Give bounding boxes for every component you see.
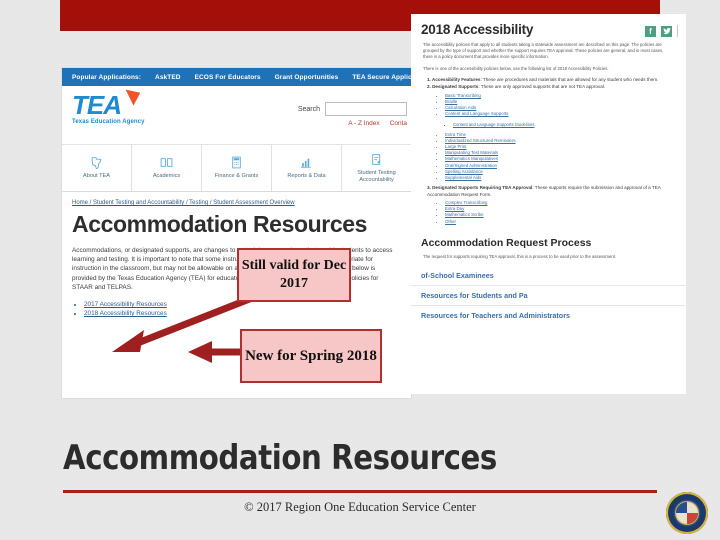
tea-nav-item-asked[interactable]: AskTED [155, 74, 181, 81]
list-item[interactable]: Content and Language Supports Guidelines [453, 122, 676, 128]
tea-search[interactable]: Search [298, 102, 407, 116]
accessibility-header: 2018 Accessibility f [411, 14, 686, 37]
accommodation-request-heading: Accommodation Request Process [421, 236, 592, 249]
search-input[interactable] [325, 102, 407, 116]
list-item[interactable]: Other [445, 219, 676, 225]
region-one-seal-logo [666, 492, 708, 534]
accessibility-intro-2: There is one of the accessibility polici… [423, 66, 609, 71]
tea-nav-reports[interactable]: Reports & Data [272, 145, 342, 191]
policy-section-3-links: Complex Transcribing Extra Day Mathemati… [437, 200, 676, 225]
policy-section-designated: 2. Designated Supports: These are only a… [427, 84, 676, 181]
policy-section-2-links-2: Extra Time Individualized Structured Rem… [437, 132, 676, 182]
tea-nav-reports-label: Reports & Data [287, 173, 326, 180]
tea-popular-applications-nav[interactable]: Popular Applications: AskTED ECOS For Ed… [62, 68, 411, 86]
tea-nav-about-label: About TEA [83, 173, 110, 180]
policy-section-2-text: : These are only approved supports that … [478, 84, 606, 90]
quick-link-out-of-school-examinees[interactable]: of-School Examinees [411, 266, 686, 285]
facebook-icon[interactable]: f [645, 25, 656, 37]
tea-logo[interactable]: TEA Texas Education Agency [72, 89, 172, 125]
tea-icon-navigation[interactable]: About TEA Academics Finance & Grants Rep… [62, 145, 411, 192]
tea-nav-finance-label: Finance & Grants [214, 173, 259, 180]
slide-footer-title: Accommodation Resources [63, 438, 497, 478]
tea-nav-academics[interactable]: Academics [132, 145, 202, 191]
tea-brand-row: TEA Texas Education Agency Search A - Z … [62, 86, 411, 145]
accessibility-page-screenshot: 2018 Accessibility f The accessibility p… [411, 14, 686, 394]
policy-section-3-lead: 3. Designated Supports Requiring TEA App… [427, 185, 533, 191]
tea-nav-student-testing[interactable]: Student Testing Accountability [342, 145, 411, 191]
tea-flag-icon [122, 89, 141, 107]
tea-wordmark: TEA [72, 90, 122, 120]
accessibility-title: 2018 Accessibility [421, 22, 534, 37]
tea-utility-links[interactable]: A - Z Index Conta [348, 120, 407, 127]
tea-nav-finance[interactable]: Finance & Grants [202, 145, 272, 191]
callout-new-for-spring: New for Spring 2018 [240, 329, 382, 383]
tea-nav-academics-label: Academics [152, 173, 181, 180]
accessibility-policy-sections: 1. Accessibility Features: These are pro… [411, 77, 686, 225]
tea-nav-item-ecos[interactable]: ECOS For Educators [195, 74, 261, 81]
list-item[interactable]: Supplemental Aids [445, 175, 676, 181]
seal-ring [666, 492, 708, 534]
social-links[interactable]: f [645, 22, 678, 37]
policy-section-approval: 3. Designated Supports Requiring TEA App… [427, 185, 676, 225]
accessibility-intro: The accessibility policies that apply to… [423, 42, 664, 59]
policy-section-1-text: : These are procedures and materials tha… [480, 77, 659, 82]
copyright-text: © 2017 Region One Education Service Cent… [244, 500, 476, 514]
open-book-icon [160, 156, 173, 171]
tea-nav-item-secure-apps[interactable]: TEA Secure Applications [352, 74, 411, 81]
callout-still-valid: Still valid for Dec 2017 [237, 248, 351, 302]
tea-nav-student-testing-label: Student Testing Accountability [357, 170, 396, 183]
tea-nav-about[interactable]: About TEA [62, 145, 132, 191]
tea-link-az-index[interactable]: A - Z Index [348, 120, 379, 127]
bar-chart-icon [300, 156, 313, 171]
tea-tagline: Texas Education Agency [72, 119, 145, 125]
policy-section-2-links: Basic Transcribing Braille Calculation A… [437, 93, 676, 118]
policy-section-2-sublinks: Content and Language Supports Guidelines [445, 122, 676, 128]
social-divider [677, 25, 678, 37]
policy-section-features: 1. Accessibility Features: These are pro… [427, 77, 676, 83]
tea-nav-item-grants[interactable]: Grant Opportunities [275, 74, 339, 81]
page-title: Accommodation Resources [72, 211, 367, 237]
tea-popular-applications-label: Popular Applications: [72, 73, 142, 81]
accessibility-quick-links[interactable]: of-School Examinees Resources for Studen… [411, 260, 686, 325]
slide: Popular Applications: AskTED ECOS For Ed… [0, 0, 720, 540]
quick-link-students-parents[interactable]: Resources for Students and Pa [411, 284, 686, 305]
accommodation-request-text: The request for supports requiring TEA a… [423, 253, 617, 259]
clipboard-icon [370, 153, 383, 168]
calculator-icon [230, 156, 243, 171]
twitter-icon[interactable] [661, 25, 672, 37]
list-item[interactable]: Content and Language Supports [445, 111, 676, 117]
footer-divider [63, 490, 657, 493]
quick-link-teachers-administrators[interactable]: Resources for Teachers and Administrator… [411, 304, 686, 325]
texas-state-icon [90, 156, 103, 171]
policy-section-2-lead: 2. Designated Supports [427, 84, 479, 90]
breadcrumb[interactable]: Home / Student Testing and Accountabilit… [72, 200, 401, 206]
policy-section-1-lead: 1. Accessibility Features [427, 77, 481, 82]
tea-search-label: Search [297, 105, 320, 113]
tea-link-contact[interactable]: Conta [390, 120, 407, 127]
